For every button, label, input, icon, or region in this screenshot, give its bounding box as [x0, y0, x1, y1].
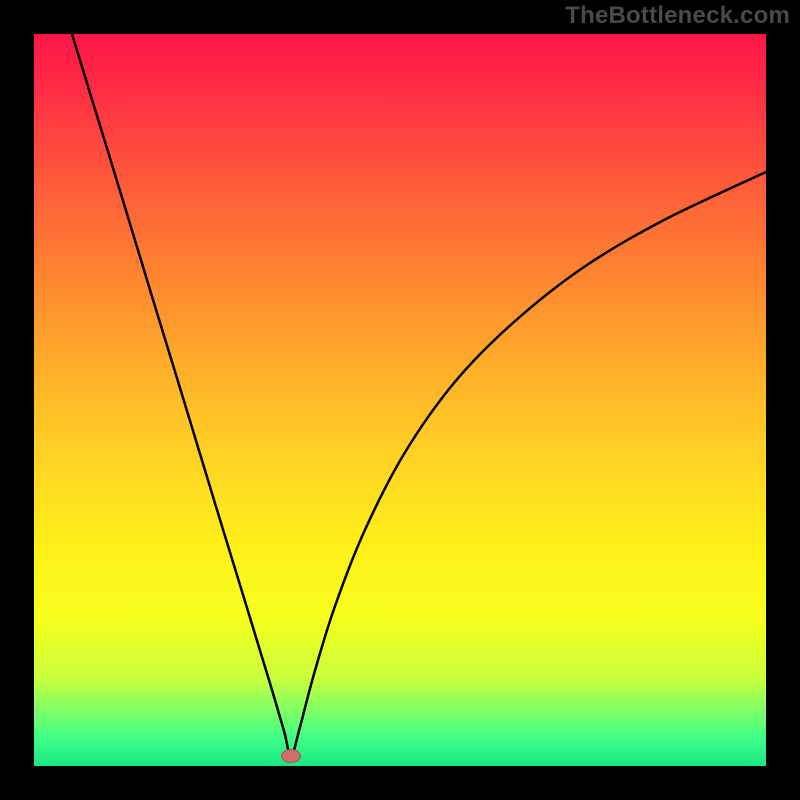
chart-frame: TheBottleneck.com — [0, 0, 800, 800]
watermark-text: TheBottleneck.com — [565, 2, 790, 30]
plot-area — [34, 34, 766, 766]
line-curve — [34, 34, 766, 766]
minimum-marker — [281, 749, 301, 763]
